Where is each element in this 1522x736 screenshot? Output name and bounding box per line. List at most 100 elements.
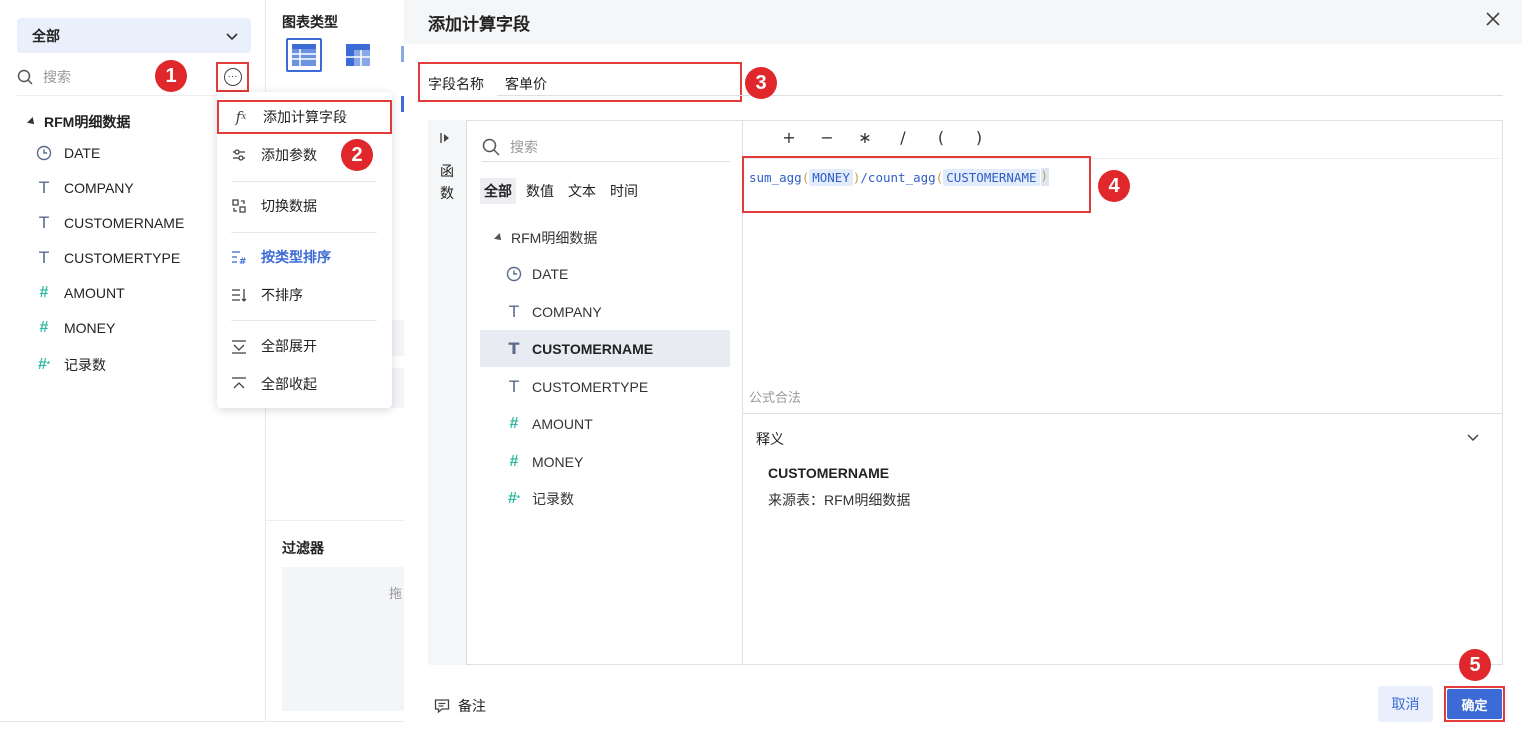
drop-zone-stub (390, 368, 404, 408)
dialog-field-date[interactable]: DATE (480, 255, 730, 292)
field-label: 记录数 (532, 490, 574, 507)
menu-collapse-all[interactable]: 全部收起 (217, 367, 392, 401)
step-badge-2: 2 (341, 139, 373, 171)
dialog-search-placeholder: 搜索 (510, 138, 538, 155)
left-search-placeholder: 搜索 (43, 69, 71, 85)
menu-item-label: 添加计算字段 (263, 109, 347, 125)
dialog-tree-title[interactable]: RFM明细数据 (494, 228, 598, 248)
left-field-date[interactable]: DATE (36, 145, 100, 161)
tab-text[interactable]: 文本 (564, 178, 600, 204)
formula-input[interactable]: sum_agg(MONEY) / count_agg(CUSTOMERNAME) (749, 168, 1049, 186)
number-type-icon: # (509, 414, 519, 432)
number-type-icon: # (509, 452, 519, 470)
operator-open-paren-button[interactable]: ( (922, 128, 960, 147)
dialog-field-record-count[interactable]: # * 记录数 (480, 480, 730, 517)
dialog-tree-title-label: RFM明细数据 (511, 230, 598, 246)
tab-number[interactable]: 数值 (522, 178, 558, 204)
menu-add-calculated-field[interactable]: fx 添加计算字段 (217, 100, 392, 134)
scope-select-value: 全部 (32, 27, 60, 44)
field-label: 记录数 (64, 357, 106, 373)
field-name-input[interactable]: 客单价 (505, 74, 547, 94)
filter-drag-hint: 拖 (389, 586, 403, 601)
left-field-company[interactable]: T COMPANY (36, 178, 134, 197)
chevron-down-icon[interactable] (1466, 430, 1480, 444)
dialog-field-customername[interactable]: T CUSTOMERNAME (480, 330, 730, 367)
field-label: MONEY (64, 320, 116, 336)
dialog-field-amount[interactable]: # AMOUNT (480, 405, 730, 442)
menu-switch-data[interactable]: 切换数据 (217, 189, 392, 223)
count-type-icon: # * (37, 356, 51, 373)
search-icon (17, 69, 33, 85)
text-type-icon: T (508, 338, 520, 358)
left-field-money[interactable]: # MONEY (36, 319, 116, 337)
tab-all[interactable]: 全部 (480, 178, 516, 204)
field-label: MONEY (532, 453, 584, 470)
more-options-button[interactable]: ··· (216, 62, 249, 92)
expand-all-icon (232, 340, 246, 354)
chart-type-table-option[interactable] (286, 38, 322, 72)
explain-title: 释义 (756, 431, 784, 447)
explain-field-source: 来源表：RFM明细数据 (768, 492, 911, 508)
menu-item-label: 全部展开 (261, 338, 317, 354)
count-type-icon: # * (507, 489, 521, 507)
step-badge-3: 3 (745, 67, 777, 99)
no-sort-icon (232, 289, 247, 302)
cancel-button[interactable]: 取消 (1378, 686, 1433, 722)
left-tree-title[interactable]: RFM明细数据 (27, 112, 131, 132)
dialog-search-input[interactable]: 搜索 (482, 136, 730, 162)
field-label: DATE (532, 265, 569, 282)
explain-field-name: CUSTOMERNAME (768, 465, 890, 481)
field-label: CUSTOMERNAME (64, 215, 185, 231)
tab-time[interactable]: 时间 (606, 178, 642, 204)
operator-divide-button[interactable]: / (884, 128, 922, 147)
text-type-icon: T (39, 178, 49, 197)
dialog-field-customertype[interactable]: T CUSTOMERTYPE (480, 368, 730, 405)
menu-no-sort[interactable]: 不排序 (217, 278, 392, 312)
operator-minus-button[interactable]: − (808, 128, 846, 147)
comment-icon (434, 699, 450, 714)
text-type-icon: T (39, 248, 49, 267)
remark-button[interactable]: 备注 (434, 696, 486, 716)
left-field-amount[interactable]: # AMOUNT (36, 285, 125, 302)
menu-item-label: 按类型排序 (261, 249, 331, 265)
scope-select[interactable]: 全部 (17, 18, 251, 53)
more-dots-icon: ··· (223, 68, 242, 86)
operator-plus-button[interactable]: + (770, 128, 808, 147)
ok-button[interactable]: 确定 (1447, 689, 1502, 719)
close-icon[interactable] (1484, 10, 1502, 28)
text-type-icon: T (39, 213, 49, 232)
chart-type-crosstab-option[interactable] (343, 40, 373, 70)
tree-collapse-icon (494, 233, 504, 243)
sort-by-type-icon: # (232, 251, 247, 265)
left-divider (17, 95, 251, 96)
formula-function: count_agg (867, 169, 936, 185)
bottom-tab-strip (0, 721, 404, 736)
menu-expand-all[interactable]: 全部展开 (217, 329, 392, 363)
search-icon (482, 138, 500, 156)
operator-multiply-button[interactable]: ∗ (846, 128, 884, 147)
dialog-field-company[interactable]: T COMPANY (480, 293, 730, 330)
menu-sort-by-type[interactable]: # 按类型排序 (217, 240, 392, 274)
left-tree-title-label: RFM明细数据 (44, 114, 131, 130)
left-field-customertype[interactable]: T CUSTOMERTYPE (36, 248, 180, 267)
field-label: COMPANY (64, 180, 134, 196)
field-label: AMOUNT (64, 285, 125, 301)
filter-drop-area[interactable] (282, 567, 404, 711)
left-field-customername[interactable]: T CUSTOMERNAME (36, 213, 185, 232)
dialog-field-money[interactable]: # MONEY (480, 443, 730, 480)
svg-text:#: # (239, 257, 247, 265)
formula-paren: ( (801, 169, 810, 185)
left-field-record-count[interactable]: # * 记录数 (36, 355, 106, 375)
expand-functions-icon[interactable] (440, 132, 452, 147)
collapse-all-icon (232, 377, 246, 389)
number-type-icon: # (39, 319, 49, 336)
crosstab-chart-icon (346, 44, 370, 66)
field-name-underline (497, 95, 1503, 96)
menu-item-label: 添加参数 (261, 147, 317, 163)
text-type-icon: T (509, 376, 519, 396)
step-badge-4: 4 (1098, 170, 1130, 202)
switch-data-icon (232, 199, 246, 213)
dialog-title: 添加计算字段 (428, 15, 530, 34)
menu-item-label: 切换数据 (261, 198, 317, 214)
operator-close-paren-button[interactable]: ) (960, 128, 998, 147)
